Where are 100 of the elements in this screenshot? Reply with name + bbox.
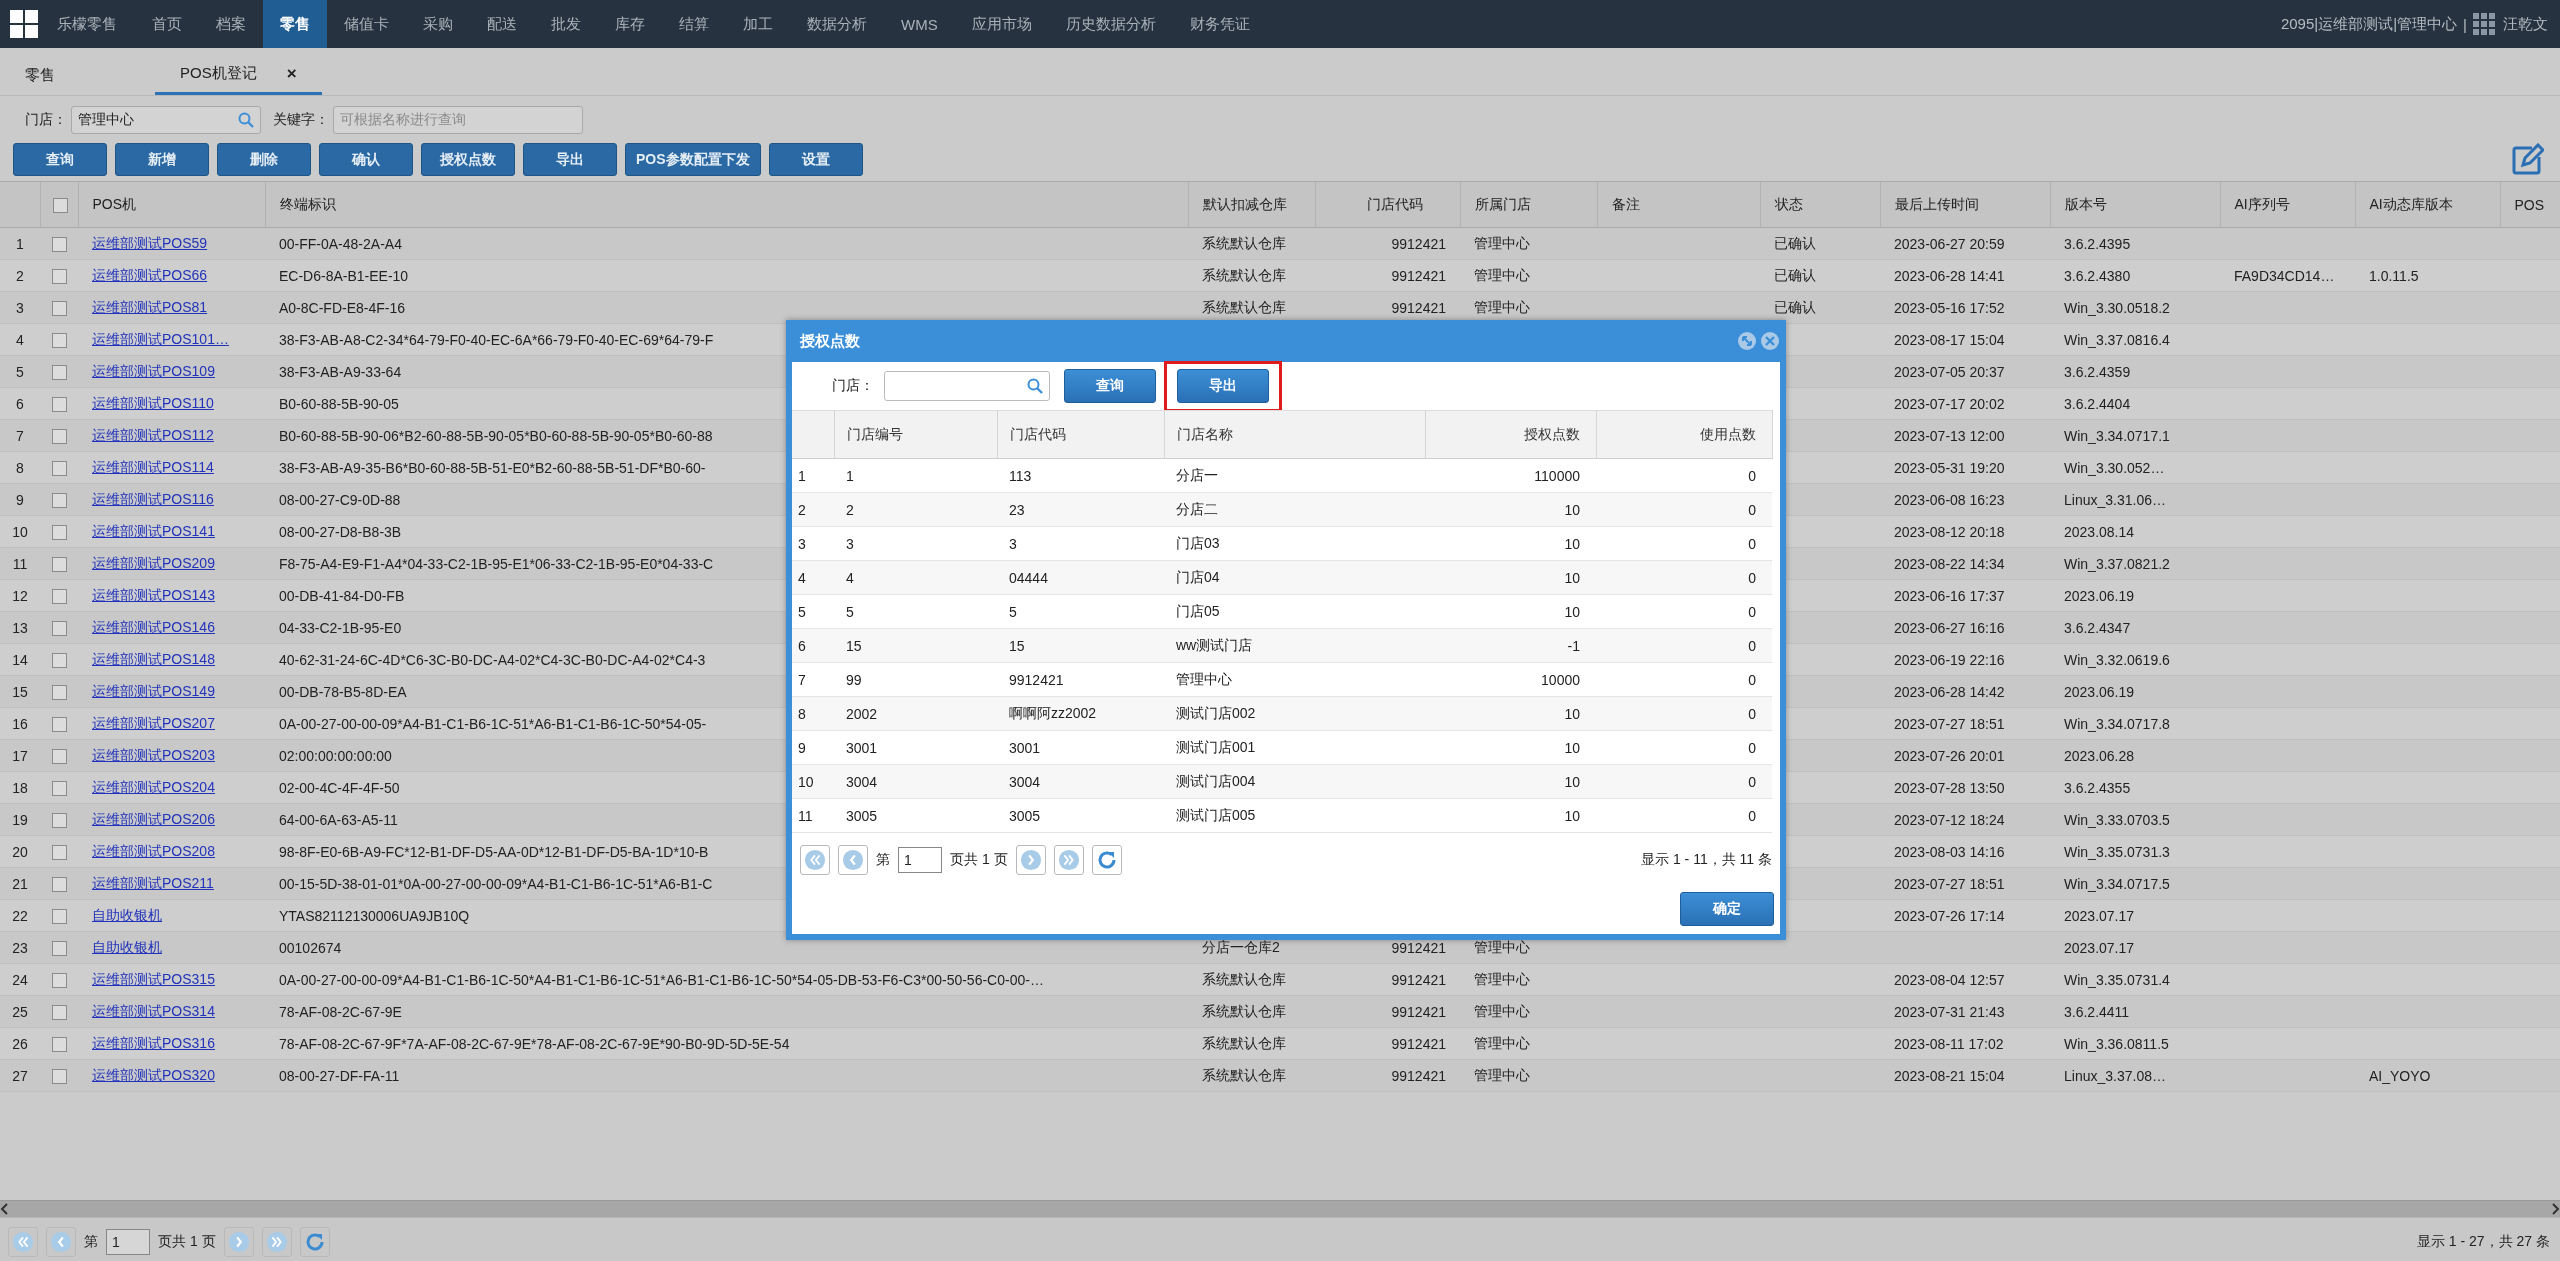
pos-link[interactable]: 运维部测试POS320 [92, 1066, 215, 1083]
row-checkbox[interactable] [52, 972, 67, 988]
toolbar-button[interactable]: POS参数配置下发 [625, 143, 761, 176]
toolbar-button[interactable]: 设置 [768, 143, 863, 176]
next-page-button[interactable] [1015, 845, 1046, 875]
nav-tab[interactable]: 零售 [263, 0, 327, 48]
row-checkbox[interactable] [52, 236, 67, 252]
pos-link[interactable]: 运维部测试POS207 [92, 714, 215, 731]
first-page-button[interactable] [800, 845, 830, 875]
pos-link[interactable]: 运维部测试POS314 [92, 1002, 215, 1019]
toolbar-button[interactable]: 查询 [13, 143, 107, 176]
pos-link[interactable]: 运维部测试POS209 [92, 554, 215, 571]
row-checkbox[interactable] [52, 876, 67, 892]
pos-link[interactable]: 运维部测试POS112 [92, 426, 214, 443]
nav-tab[interactable]: 财务凭证 [1172, 0, 1267, 48]
pos-link[interactable]: 运维部测试POS149 [92, 682, 215, 699]
page-tab[interactable]: POS机登记 × [155, 55, 322, 95]
page-input[interactable]: 1 [898, 847, 942, 873]
horizontal-scrollbar[interactable] [0, 1200, 2560, 1217]
nav-tab[interactable]: 库存 [598, 0, 662, 48]
pos-link[interactable]: 自助收银机 [92, 938, 162, 955]
confirm-button[interactable]: 确定 [1680, 892, 1774, 926]
close-tab-button[interactable]: × [286, 63, 297, 84]
pos-link[interactable]: 运维部测试POS59 [92, 234, 208, 251]
row-checkbox[interactable] [52, 428, 67, 444]
row-checkbox[interactable] [52, 1004, 67, 1020]
nav-tab[interactable]: 储值卡 [327, 0, 406, 48]
nav-tab[interactable]: 应用市场 [954, 0, 1049, 48]
last-page-button[interactable] [1053, 845, 1084, 875]
pos-link[interactable]: 运维部测试POS208 [92, 842, 215, 859]
nav-tab[interactable]: 配送 [470, 0, 534, 48]
nav-tab[interactable]: 采购 [406, 0, 470, 48]
row-checkbox[interactable] [52, 780, 67, 796]
pos-link[interactable]: 运维部测试POS203 [92, 746, 215, 763]
pos-link[interactable]: 运维部测试POS110 [92, 394, 214, 411]
row-checkbox[interactable] [52, 748, 67, 764]
toolbar-button[interactable]: 删除 [217, 143, 311, 176]
row-checkbox[interactable] [52, 492, 67, 508]
row-checkbox[interactable] [52, 652, 67, 668]
row-checkbox[interactable] [52, 332, 67, 348]
row-checkbox[interactable] [52, 268, 67, 284]
row-checkbox[interactable] [52, 716, 67, 732]
page-input[interactable]: 1 [106, 1229, 150, 1255]
pos-link[interactable]: 运维部测试POS66 [92, 266, 208, 283]
nav-tab[interactable]: WMS [884, 0, 955, 48]
row-checkbox[interactable] [52, 460, 67, 476]
pos-link[interactable]: 运维部测试POS81 [92, 298, 208, 315]
next-page-button[interactable] [223, 1227, 254, 1257]
row-checkbox[interactable] [52, 940, 67, 956]
prev-page-button[interactable] [838, 845, 868, 875]
row-checkbox[interactable] [52, 364, 67, 380]
row-checkbox[interactable] [52, 524, 67, 540]
dialog-button[interactable]: 导出 [1177, 368, 1269, 403]
pos-link[interactable]: 运维部测试POS315 [92, 970, 215, 987]
pos-link[interactable]: 运维部测试POS146 [92, 618, 215, 635]
row-checkbox[interactable] [52, 1068, 67, 1084]
pos-link[interactable]: 运维部测试POS141 [92, 522, 215, 539]
pos-link[interactable]: 运维部测试POS148 [92, 650, 215, 667]
brand-name[interactable]: 乐檬零售 [49, 0, 125, 48]
row-checkbox[interactable] [52, 1036, 67, 1052]
user-name[interactable]: 汪乾文 [2503, 14, 2548, 34]
first-page-button[interactable] [8, 1227, 38, 1257]
nav-tab[interactable]: 加工 [726, 0, 790, 48]
row-checkbox[interactable] [52, 556, 67, 572]
row-checkbox[interactable] [52, 620, 67, 636]
pos-link[interactable]: 运维部测试POS116 [92, 490, 214, 507]
select-all-checkbox[interactable] [52, 197, 68, 213]
toolbar-button[interactable]: 导出 [523, 143, 617, 176]
store-search-field[interactable] [884, 371, 1050, 401]
refresh-button[interactable] [1091, 845, 1122, 875]
page-tab[interactable]: 零售 [0, 55, 140, 95]
row-checkbox[interactable] [52, 812, 67, 828]
nav-tab[interactable]: 结算 [662, 0, 726, 48]
row-checkbox[interactable] [52, 588, 67, 604]
pos-link[interactable]: 运维部测试POS109 [92, 362, 215, 379]
last-page-button[interactable] [261, 1227, 292, 1257]
toolbar-button[interactable]: 授权点数 [421, 143, 515, 176]
row-checkbox[interactable] [52, 396, 67, 412]
pos-link[interactable]: 运维部测试POS143 [92, 586, 215, 603]
toolbar-button[interactable]: 确认 [319, 143, 413, 176]
row-checkbox[interactable] [52, 300, 67, 316]
prev-page-button[interactable] [46, 1227, 76, 1257]
pos-link[interactable]: 运维部测试POS206 [92, 810, 215, 827]
nav-tab[interactable]: 首页 [135, 0, 199, 48]
row-checkbox[interactable] [52, 684, 67, 700]
nav-tab[interactable]: 数据分析 [790, 0, 884, 48]
filter-field[interactable]: 管理中心 [71, 106, 261, 134]
pos-link[interactable]: 自助收银机 [92, 906, 162, 923]
nav-tab[interactable]: 历史数据分析 [1048, 0, 1173, 48]
pos-link[interactable]: 运维部测试POS204 [92, 778, 215, 795]
pos-link[interactable]: 运维部测试POS101… [92, 330, 229, 347]
nav-tab[interactable]: 档案 [199, 0, 263, 48]
pos-link[interactable]: 运维部测试POS316 [92, 1034, 215, 1051]
refresh-button[interactable] [299, 1227, 330, 1257]
pos-link[interactable]: 运维部测试POS211 [92, 874, 214, 891]
dialog-button[interactable]: 查询 [1064, 369, 1156, 403]
nav-tab[interactable]: 批发 [534, 0, 598, 48]
toolbar-button[interactable]: 新增 [115, 143, 209, 176]
row-checkbox[interactable] [52, 844, 67, 860]
row-checkbox[interactable] [52, 908, 67, 924]
